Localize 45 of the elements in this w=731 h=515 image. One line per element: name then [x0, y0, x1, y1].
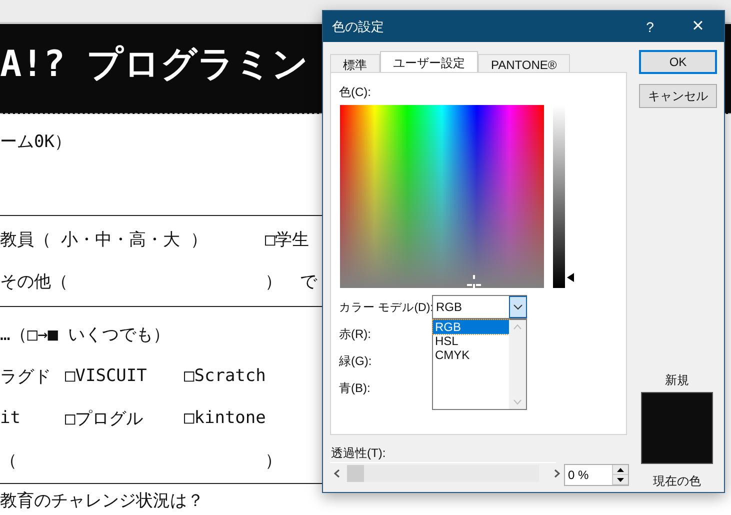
- dropdown-option[interactable]: RGB: [433, 320, 509, 334]
- new-label: 新規: [665, 372, 689, 389]
- form-text: 教育のチャレンジ状況は？: [0, 490, 205, 512]
- transparency-slider[interactable]: [347, 465, 539, 482]
- channel-label: 赤(R):: [339, 326, 371, 343]
- banner-title: A!? プログラミン: [0, 43, 309, 87]
- luminance-bar[interactable]: [553, 105, 565, 288]
- ok-button[interactable]: OK: [639, 50, 717, 74]
- form-text: で: [300, 270, 318, 292]
- transparency-label: 透過性(T):: [331, 445, 386, 462]
- color-label: 色(C):: [339, 84, 371, 101]
- form-text: □kintone: [184, 408, 267, 428]
- form-text: （: [0, 450, 18, 472]
- form-text: it: [0, 408, 22, 428]
- close-button[interactable]: ×: [672, 11, 724, 42]
- transparency-input[interactable]: 0 %: [568, 468, 608, 482]
- form-text: □学生: [265, 228, 310, 250]
- window-title: 色の設定: [332, 18, 385, 36]
- help-button[interactable]: ?: [628, 11, 672, 42]
- transparency-field[interactable]: 0 %: [564, 464, 629, 486]
- form-text: ）: [265, 270, 283, 292]
- color-spectrum[interactable]: [340, 105, 544, 288]
- dropdown-option[interactable]: HSL: [433, 334, 509, 348]
- current-label: 現在の色: [653, 473, 701, 490]
- spinner-icon[interactable]: [612, 465, 628, 485]
- channel-label: 青(B):: [339, 380, 370, 397]
- form-text: 教員（ 小・中・高・大 ）: [0, 228, 208, 250]
- channel-label: 緑(G):: [339, 353, 372, 370]
- form-text: □VISCUIT: [65, 366, 148, 386]
- form-text: ラグド: [0, 366, 52, 388]
- new-color-swatch: [641, 392, 713, 464]
- color-model-dropdown[interactable]: RGB: [432, 295, 527, 319]
- form-text: ーム0K）: [0, 130, 72, 152]
- arrow-icon[interactable]: [567, 273, 574, 282]
- color-model-label: カラー モデル(D):: [339, 301, 434, 315]
- slider-thumb[interactable]: [347, 465, 364, 482]
- dropdown-option[interactable]: CMYK: [433, 348, 509, 362]
- crosshair-icon: [467, 275, 481, 288]
- form-text: …（□→■ いくつでも）: [0, 324, 172, 346]
- chevron-icon[interactable]: [509, 296, 527, 318]
- form-text: ）: [265, 450, 283, 472]
- form-text: □プログル: [65, 408, 144, 430]
- form-text: □Scratch: [184, 366, 267, 386]
- form-text: その他（: [0, 270, 69, 292]
- cancel-button[interactable]: キャンセル: [639, 84, 717, 108]
